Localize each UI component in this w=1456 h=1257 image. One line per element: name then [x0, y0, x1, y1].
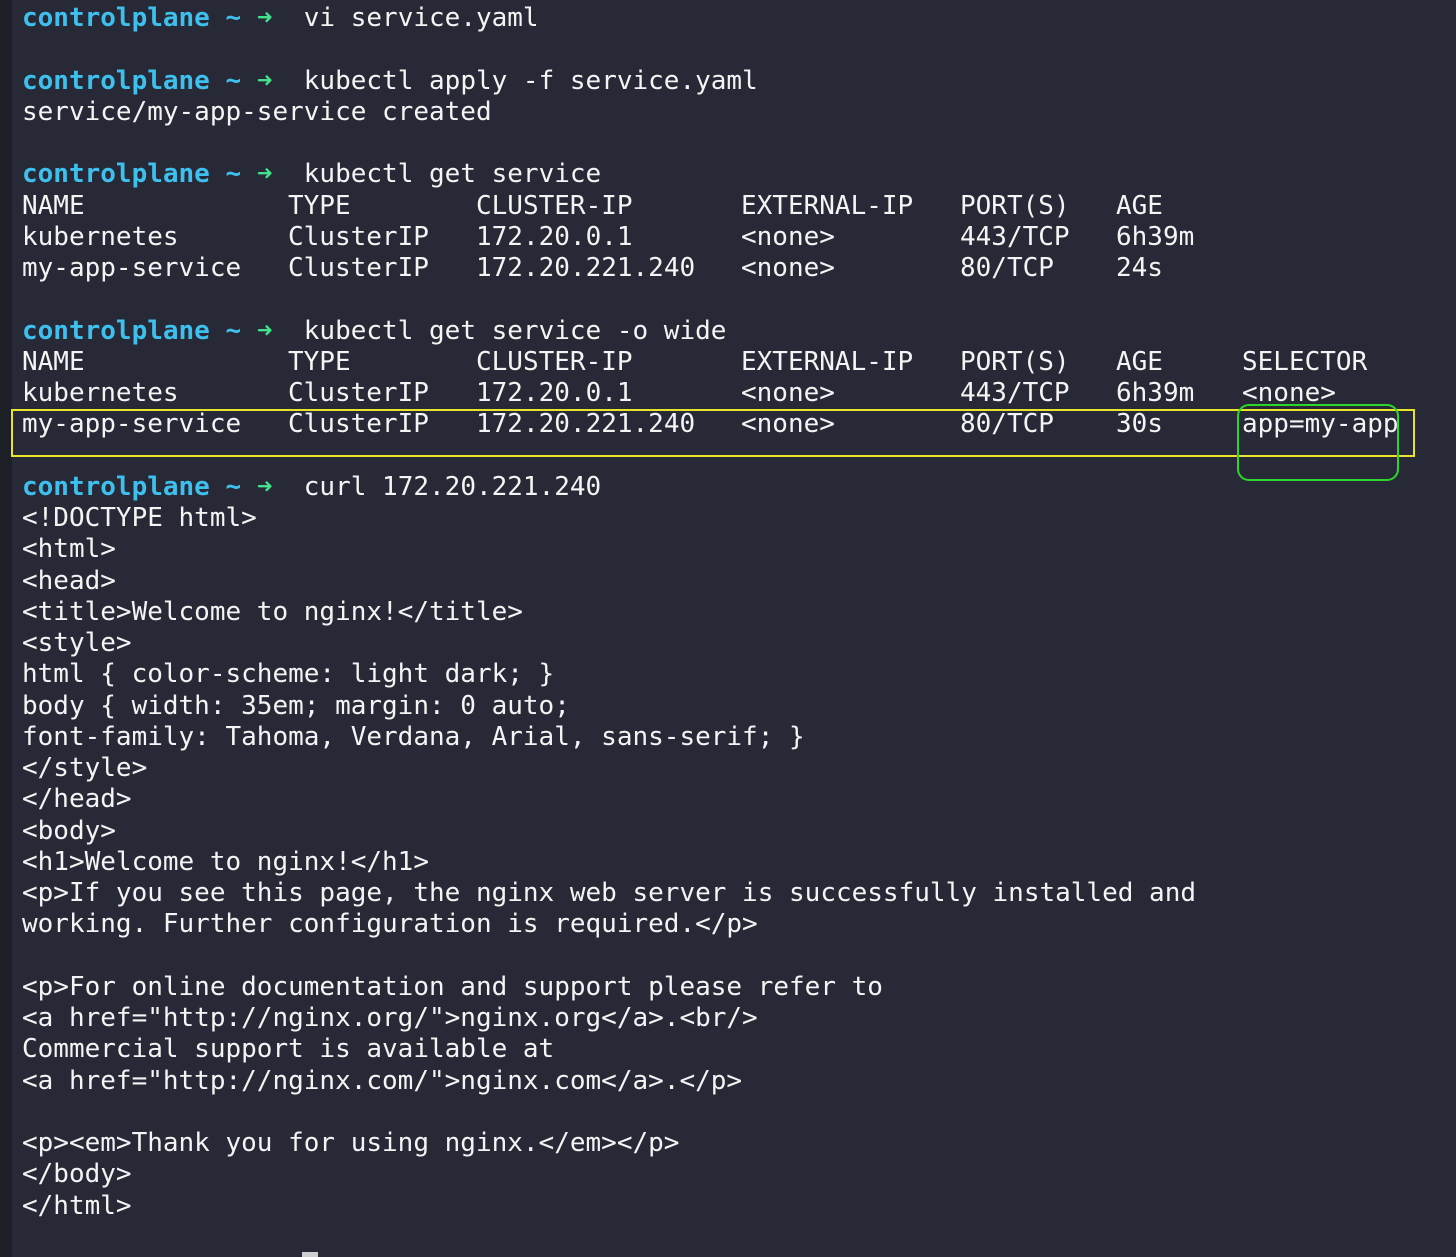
curl-output-line: <p><em>Thank you for using nginx.</em></… — [22, 1128, 680, 1158]
curl-output-line: body { width: 35em; margin: 0 auto; — [22, 690, 570, 721]
prompt-host: controlplane — [22, 3, 210, 33]
terminal-output: controlplane ~ ➜ vi service.yaml control… — [22, 3, 1399, 1222]
prompt-arrow-icon: ➜ — [256, 471, 273, 502]
prompt-line: controlplane ~ ➜ curl 172.20.221.240 — [22, 472, 1196, 503]
header-external-ip: EXTERNAL-IP — [741, 190, 914, 221]
curl-output-line: </style> — [22, 753, 148, 783]
prompt-line: controlplane ~ ➜ kubectl apply -f servic… — [22, 66, 1196, 97]
table-cell: <none> — [741, 221, 835, 252]
table-cell: 24s — [1116, 253, 1163, 283]
table-cell: 172.20.221.240 — [476, 253, 696, 283]
table-cell: ClusterIP — [288, 253, 429, 283]
table-cell: 443/TCP — [960, 221, 1070, 252]
table-cell: my-app-service — [22, 253, 242, 283]
service-table-header: NAME TYPE CLUSTER-IP EXTERNAL-IP PORT(S)… — [22, 191, 1196, 222]
header-ports: PORT(S) — [960, 346, 1070, 377]
table-cell: 6h39m — [1116, 221, 1195, 252]
curl-output-line: html { color-scheme: light dark; } — [22, 659, 555, 690]
header-name: NAME — [22, 190, 85, 221]
prompt-tilde: ~ — [225, 471, 242, 502]
table-cell: ClusterIP — [288, 221, 429, 252]
curl-output-line: <html> — [22, 534, 116, 565]
curl-output-line: <head> — [22, 565, 116, 596]
header-type: TYPE — [288, 190, 351, 221]
terminal-cursor — [302, 1252, 318, 1257]
curl-output-line: <style> — [22, 628, 132, 658]
header-ports: PORT(S) — [960, 190, 1070, 221]
prompt-arrow-icon: ➜ — [256, 65, 273, 96]
header-external-ip: EXTERNAL-IP — [741, 346, 914, 377]
header-name: NAME — [22, 346, 85, 377]
curl-output-line: </head> — [22, 784, 132, 815]
curl-output-line: <a href="http://nginx.org/">nginx.org</a… — [22, 1003, 758, 1033]
curl-output-line: </html> — [22, 1190, 132, 1221]
table-row: kubernetes ClusterIP 172.20.0.1 <none> 4… — [22, 222, 1196, 253]
table-cell: 172.20.0.1 — [476, 378, 633, 408]
command-text: kubectl apply -f service.yaml — [303, 65, 758, 96]
service-table-wide-header: NAME TYPE CLUSTER-IP EXTERNAL-IP PORT(S)… — [22, 346, 1367, 378]
header-cluster-ip: CLUSTER-IP — [476, 190, 633, 221]
curl-output-line: working. Further configuration is requir… — [22, 909, 758, 940]
table-cell: ClusterIP — [288, 378, 429, 408]
curl-output-line: </body> — [22, 1159, 132, 1190]
table-cell: <none> — [741, 253, 835, 283]
table-cell: <none> — [741, 378, 835, 408]
curl-output-line: <a href="http://nginx.com/">nginx.com</a… — [22, 1065, 743, 1096]
command-text: kubectl get service -o wide — [303, 315, 727, 346]
curl-output-line — [22, 941, 1196, 972]
apply-output: service/my-app-service created — [22, 96, 492, 127]
prompt-arrow-icon: ➜ — [256, 315, 273, 346]
prompt-tilde: ~ — [225, 315, 242, 346]
prompt-line: controlplane ~ ➜ kubectl get service -o … — [22, 316, 1196, 347]
prompt-host: controlplane — [22, 159, 210, 190]
curl-output-line: <body> — [22, 815, 116, 846]
highlight-selector-box — [1237, 404, 1399, 481]
curl-output-line — [22, 1097, 1196, 1128]
curl-output-line: font-family: Tahoma, Verdana, Arial, san… — [22, 721, 805, 752]
curl-output-line: <!DOCTYPE html> — [22, 503, 257, 533]
prompt-tilde: ~ — [225, 65, 242, 96]
prompt-arrow-icon: ➜ — [256, 3, 273, 33]
highlight-row-box — [11, 409, 1415, 457]
header-cluster-ip: CLUSTER-IP — [476, 346, 633, 377]
curl-output-line: <p>If you see this page, the nginx web s… — [22, 878, 1196, 908]
curl-output-line: Commercial support is available at — [22, 1034, 555, 1065]
curl-output-line: <h1>Welcome to nginx!</h1> — [22, 846, 429, 877]
prompt-line: controlplane ~ ➜ vi service.yaml — [22, 3, 1196, 34]
table-cell: 172.20.0.1 — [476, 221, 633, 252]
prompt-tilde: ~ — [225, 3, 242, 33]
table-row: kubernetes ClusterIP 172.20.0.1 <none> 4… — [22, 378, 1336, 409]
prompt-tilde: ~ — [225, 159, 242, 190]
prompt-host: controlplane — [22, 65, 210, 96]
command-text: curl 172.20.221.240 — [303, 471, 602, 502]
header-selector: SELECTOR — [1242, 346, 1368, 377]
command-text: vi service.yaml — [303, 3, 539, 33]
prompt-arrow-icon: ➜ — [256, 159, 273, 190]
header-age: AGE — [1116, 346, 1163, 377]
curl-output-line: <p>For online documentation and support … — [22, 971, 883, 1002]
table-cell: 6h39m — [1116, 378, 1195, 408]
table-row: my-app-service ClusterIP 172.20.221.240 … — [22, 253, 1196, 284]
table-cell: 80/TCP — [960, 253, 1054, 283]
header-type: TYPE — [288, 346, 351, 377]
header-age: AGE — [1116, 190, 1163, 221]
table-cell: kubernetes — [22, 221, 179, 252]
table-cell: kubernetes — [22, 378, 179, 408]
command-text: kubectl get service — [303, 159, 602, 190]
terminal-left-edge — [0, 0, 12, 1257]
prompt-line: controlplane ~ ➜ kubectl get service — [22, 159, 1196, 190]
curl-output-line: <title>Welcome to nginx!</title> — [22, 596, 523, 627]
terminal-window[interactable]: controlplane ~ ➜ vi service.yaml control… — [0, 0, 1456, 1257]
table-cell: 443/TCP — [960, 378, 1070, 408]
